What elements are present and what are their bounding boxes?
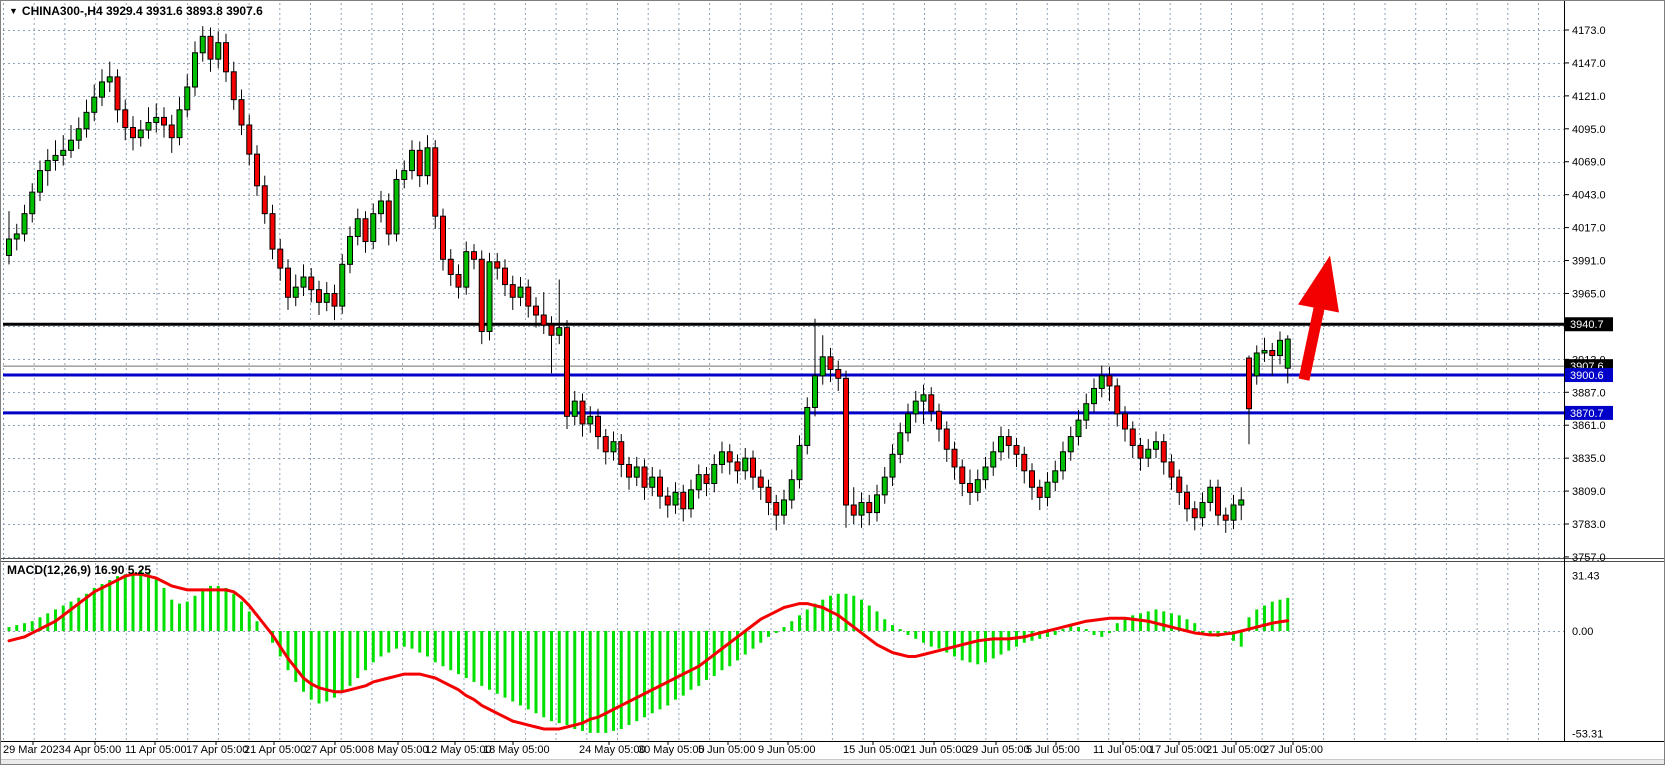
price-tick-label: 3783.0 xyxy=(1572,519,1606,531)
time-tick-label: 27 Jul 05:00 xyxy=(1263,744,1323,756)
price-tick-label: 4147.0 xyxy=(1572,58,1606,70)
symbol-name: CHINA300-,H4 xyxy=(22,4,103,18)
time-tick-label: 24 May 05:00 xyxy=(579,744,646,756)
macd-name: MACD(12,26,9) xyxy=(7,563,91,577)
time-tick-label: 30 May 05:00 xyxy=(638,744,705,756)
macd-values: 16.90 5.25 xyxy=(94,563,151,577)
time-tick-label: 15 Jun 05:00 xyxy=(843,744,907,756)
price-badge-label: 3900.6 xyxy=(1570,370,1604,382)
price-tick-label: 4121.0 xyxy=(1572,91,1606,103)
price-tick-label: 3991.0 xyxy=(1572,256,1606,268)
price-tick-label: 4095.0 xyxy=(1572,124,1606,136)
macd-zero-label: 0.00 xyxy=(1572,626,1593,638)
price-tick-label: 3965.0 xyxy=(1572,288,1606,300)
time-tick-label: 12 May 05:00 xyxy=(425,744,492,756)
time-tick-label: 9 Jun 05:00 xyxy=(758,744,816,756)
price-tick-label: 4043.0 xyxy=(1572,190,1606,202)
price-tick-label: 4173.0 xyxy=(1572,25,1606,37)
price-tick-label: 3757.0 xyxy=(1572,552,1606,564)
price-tick-label: 3887.0 xyxy=(1572,387,1606,399)
window-bottom-strip xyxy=(1,759,1665,765)
price-tick-label: 4017.0 xyxy=(1572,223,1606,235)
time-tick-label: 11 Jul 05:00 xyxy=(1093,744,1152,756)
time-tick-label: 21 Jun 05:00 xyxy=(904,744,968,756)
price-tick-label: 3809.0 xyxy=(1572,486,1606,498)
price-tick-label: 4069.0 xyxy=(1572,157,1606,169)
macd-max-label: 31.43 xyxy=(1572,570,1600,582)
time-tick-label: 18 May 05:00 xyxy=(483,744,550,756)
time-tick-label: 5 Jun 05:00 xyxy=(698,744,756,756)
time-tick-label: 21 Jul 05:00 xyxy=(1206,744,1266,756)
candlestick-chart-surface[interactable]: 4173.0 4147.0 4121.0 4095.0 4069.0 4043.0 4017… xyxy=(1,1,1665,765)
price-badge-label: 3940.7 xyxy=(1570,319,1604,331)
time-tick-label: 27 Apr 05:00 xyxy=(305,744,367,756)
price-badge-label: 3870.7 xyxy=(1570,408,1604,420)
symbol-dropdown-icon[interactable]: ▼ xyxy=(9,6,18,16)
macd-indicator-label: MACD(12,26,9) 16.90 5.25 xyxy=(7,563,151,577)
chart-window: 4173.0 4147.0 4121.0 4095.0 4069.0 4043.0 4017… xyxy=(0,0,1665,765)
time-tick-label: 11 Apr 05:00 xyxy=(125,744,187,756)
time-tick-label: 29 Mar 2023 xyxy=(3,744,65,756)
price-tick-label: 3835.0 xyxy=(1572,453,1606,465)
symbol-title: ▼ CHINA300-,H4 3929.4 3931.6 3893.8 3907.… xyxy=(9,4,263,18)
price-tick-label: 3861.0 xyxy=(1572,420,1606,432)
time-tick-label: 5 Jul 05:00 xyxy=(1026,744,1080,756)
time-tick-label: 29 Jun 05:00 xyxy=(966,744,1030,756)
symbol-ohlc-values: 3929.4 3931.6 3893.8 3907.6 xyxy=(106,4,263,18)
time-tick-label: 4 Apr 05:00 xyxy=(65,744,121,756)
macd-min-label: -53.31 xyxy=(1572,728,1603,740)
time-tick-label: 8 May 05:00 xyxy=(368,744,429,756)
time-tick-label: 21 Apr 05:00 xyxy=(244,744,306,756)
time-tick-label: 17 Jul 05:00 xyxy=(1149,744,1209,756)
time-tick-label: 17 Apr 05:00 xyxy=(186,744,248,756)
